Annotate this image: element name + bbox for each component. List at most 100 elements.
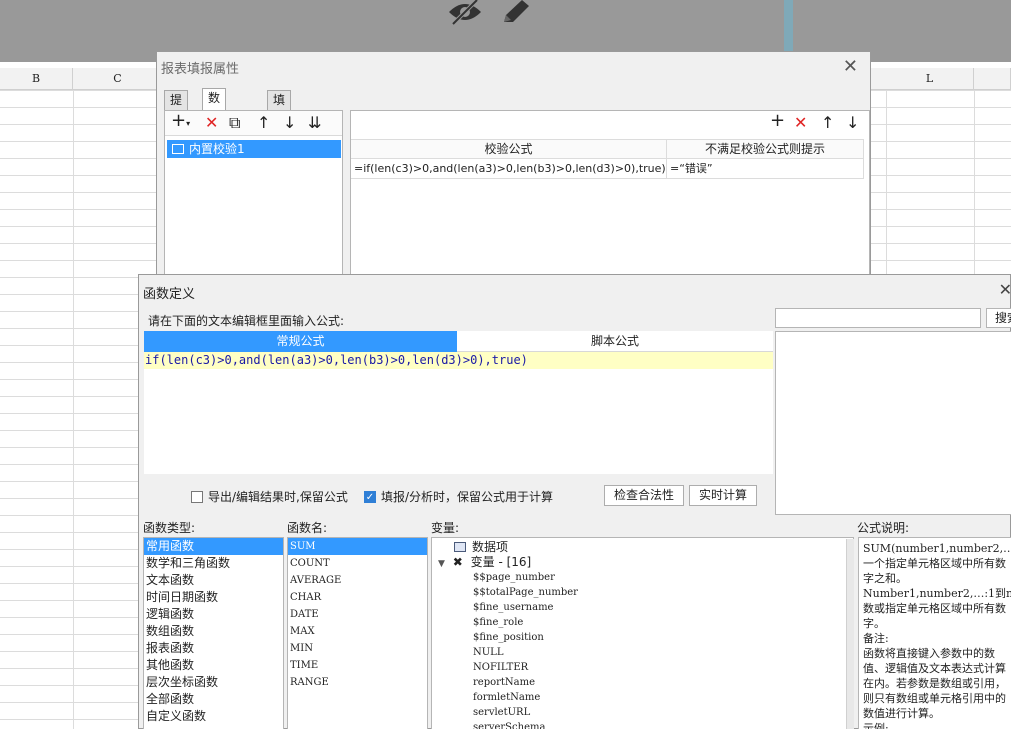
move-bottom-icon[interactable]: ⇊: [308, 114, 321, 132]
list-item[interactable]: 其他函数: [144, 657, 283, 674]
variable-icon: ✖: [452, 555, 463, 569]
tab-fill-shortcuts[interactable]: 填报快捷键设置: [267, 90, 292, 221]
list-item[interactable]: 数组函数: [144, 623, 283, 640]
tree-node-variable[interactable]: reportName: [432, 675, 853, 690]
realtime-calc-button[interactable]: 实时计算: [689, 485, 758, 506]
copy-icon[interactable]: ⧉: [229, 114, 240, 132]
report-fill-properties-dialog: 报表填报属性 ✕ 提交 数据校验 填报快捷键设置 +▾ ✕ ⧉ ↑ ↓ ⇊ 内置…: [156, 51, 871, 282]
list-item[interactable]: RANGE: [288, 674, 427, 691]
arrow-up-icon[interactable]: ↑: [821, 114, 834, 132]
formula-description-label: 公式说明:: [857, 521, 910, 535]
tree-node-variable[interactable]: $fine_username: [432, 600, 853, 615]
checkbox-label: 填报/分析时，保留公式用于计算: [381, 490, 554, 504]
function-definition-dialog: 函数定义 ✕ 请在下面的文本编辑框里面输入公式: 常规公式 脚本公式 if(le…: [138, 274, 1011, 729]
list-item[interactable]: 内置校验1: [167, 140, 341, 158]
function-type-label: 函数类型:: [143, 521, 196, 535]
list-item[interactable]: 时间日期函数: [144, 589, 283, 606]
tab-script-formula[interactable]: 脚本公式: [457, 331, 773, 352]
variable-label: 变量:: [431, 521, 460, 535]
description-line: 字之和。: [863, 572, 907, 585]
check-validity-button[interactable]: 检查合法性: [604, 485, 685, 506]
tree-node-variable[interactable]: formletName: [432, 690, 853, 705]
tree-node-variable[interactable]: NULL: [432, 645, 853, 660]
tab-data-validation[interactable]: 数据校验: [202, 88, 227, 162]
description-line: 函数将直接键入参数中的数: [863, 647, 995, 660]
export-keep-formula-checkbox[interactable]: 导出/编辑结果时,保留公式: [191, 489, 348, 505]
column-header-m[interactable]: [974, 68, 1011, 90]
column-header-c[interactable]: C: [73, 68, 163, 90]
formula-text[interactable]: if(len(c3)>0,and(len(a3)>0,len(b3)>0,len…: [144, 352, 773, 369]
list-item[interactable]: MAX: [288, 623, 427, 640]
list-item[interactable]: MIN: [288, 640, 427, 657]
description-line: SUM(number1,number2,…):求: [863, 542, 1011, 555]
tab-standard-formula[interactable]: 常规公式: [144, 331, 457, 352]
tab-submit[interactable]: 提交: [164, 90, 189, 126]
function-name-list[interactable]: SUM COUNT AVERAGE CHAR DATE MAX MIN TIME…: [287, 537, 428, 729]
description-line: 一个指定单元格区域中所有数: [863, 557, 1006, 570]
list-item[interactable]: 全部函数: [144, 691, 283, 708]
list-item[interactable]: CHAR: [288, 589, 427, 606]
tree-node-variables[interactable]: ▼ ✖ 变量 - [16]: [432, 555, 853, 570]
list-item[interactable]: 逻辑函数: [144, 606, 283, 623]
close-icon[interactable]: ✕: [999, 280, 1011, 299]
table-row[interactable]: =if(len(c3)>0,and(len(a3)>0,len(b3)>0,le…: [351, 159, 864, 179]
function-type-list[interactable]: 常用函数 数学和三角函数 文本函数 时间日期函数 逻辑函数 数组函数 报表函数 …: [143, 537, 284, 729]
list-item[interactable]: AVERAGE: [288, 572, 427, 589]
checkbox-box[interactable]: ✓: [364, 491, 376, 503]
validation-list-pane: +▾ ✕ ⧉ ↑ ↓ ⇊ 内置校验1: [164, 110, 343, 282]
checkbox-label: 导出/编辑结果时,保留公式: [208, 490, 348, 504]
delete-icon[interactable]: ✕: [794, 114, 807, 132]
tree-node-variable[interactable]: NOFILTER: [432, 660, 853, 675]
list-item[interactable]: 数学和三角函数: [144, 555, 283, 572]
search-button[interactable]: 搜索: [986, 308, 1011, 328]
list-item[interactable]: TIME: [288, 657, 427, 674]
add-icon[interactable]: +▾: [171, 112, 190, 133]
list-item[interactable]: 自定义函数: [144, 708, 283, 725]
delete-icon[interactable]: ✕: [205, 114, 218, 132]
tree-node-variable[interactable]: $fine_role: [432, 615, 853, 630]
list-item[interactable]: COUNT: [288, 555, 427, 572]
description-line: 数值进行计算。: [863, 707, 940, 720]
tree-node-variable[interactable]: serverSchema: [432, 720, 853, 729]
list-item[interactable]: 常用函数: [144, 538, 283, 555]
description-line: 字。: [863, 617, 885, 630]
search-results-box: [775, 331, 1011, 515]
search-input[interactable]: [775, 308, 981, 328]
pencil-icon[interactable]: [498, 0, 534, 26]
tree-node-variable[interactable]: servletURL: [432, 705, 853, 720]
description-line: 值、逻辑值及文本表达式计算: [863, 662, 1006, 675]
description-line: 则只有数组或单元格引用中的: [863, 692, 1006, 705]
list-item[interactable]: 层次坐标函数: [144, 674, 283, 691]
arrow-down-icon[interactable]: ↓: [846, 114, 859, 132]
cell-message[interactable]: =“错误”: [667, 159, 864, 178]
chevron-down-icon[interactable]: ▼: [438, 559, 445, 569]
close-icon[interactable]: ✕: [843, 56, 858, 77]
table-header: 校验公式 不满足校验公式则提示: [351, 139, 864, 159]
instruction-text: 请在下面的文本编辑框里面输入公式:: [148, 314, 345, 328]
column-header-message: 不满足校验公式则提示: [667, 140, 864, 158]
tree-node-variable[interactable]: $$totalPage_number: [432, 585, 853, 600]
list-item[interactable]: 文本函数: [144, 572, 283, 589]
formula-editor[interactable]: 常规公式 脚本公式 if(len(c3)>0,and(len(a3)>0,len…: [144, 331, 773, 474]
arrow-up-icon[interactable]: ↑: [257, 114, 270, 132]
list-item[interactable]: SUM: [288, 538, 427, 555]
add-icon[interactable]: +: [770, 112, 785, 130]
tree-node-variable[interactable]: $$page_number: [432, 570, 853, 585]
list-item[interactable]: 报表函数: [144, 640, 283, 657]
variable-scrollbar[interactable]: [846, 539, 854, 729]
cell-formula[interactable]: =if(len(c3)>0,and(len(a3)>0,len(b3)>0,le…: [351, 159, 667, 178]
arrow-down-icon[interactable]: ↓: [283, 114, 296, 132]
tree-node-variable[interactable]: $fine_position: [432, 630, 853, 645]
dialog-title: 报表填报属性: [161, 62, 240, 77]
description-line: 在内。若参数是数组或引用，: [863, 677, 1006, 690]
variable-tree[interactable]: 数据项 ▼ ✖ 变量 - [16] $$page_number $$totalP…: [431, 537, 854, 729]
column-header-b[interactable]: B: [0, 68, 73, 90]
column-header-l[interactable]: L: [886, 68, 974, 90]
description-line: 数或指定单元格区域中所有数: [863, 602, 1006, 615]
checkbox-box[interactable]: [191, 491, 203, 503]
eye-slash-icon[interactable]: [447, 0, 483, 26]
tree-node-data-items[interactable]: 数据项: [432, 540, 853, 555]
fill-keep-formula-checkbox[interactable]: ✓ 填报/分析时，保留公式用于计算: [364, 489, 553, 505]
list-item[interactable]: DATE: [288, 606, 427, 623]
description-line: 示例:: [863, 722, 889, 729]
